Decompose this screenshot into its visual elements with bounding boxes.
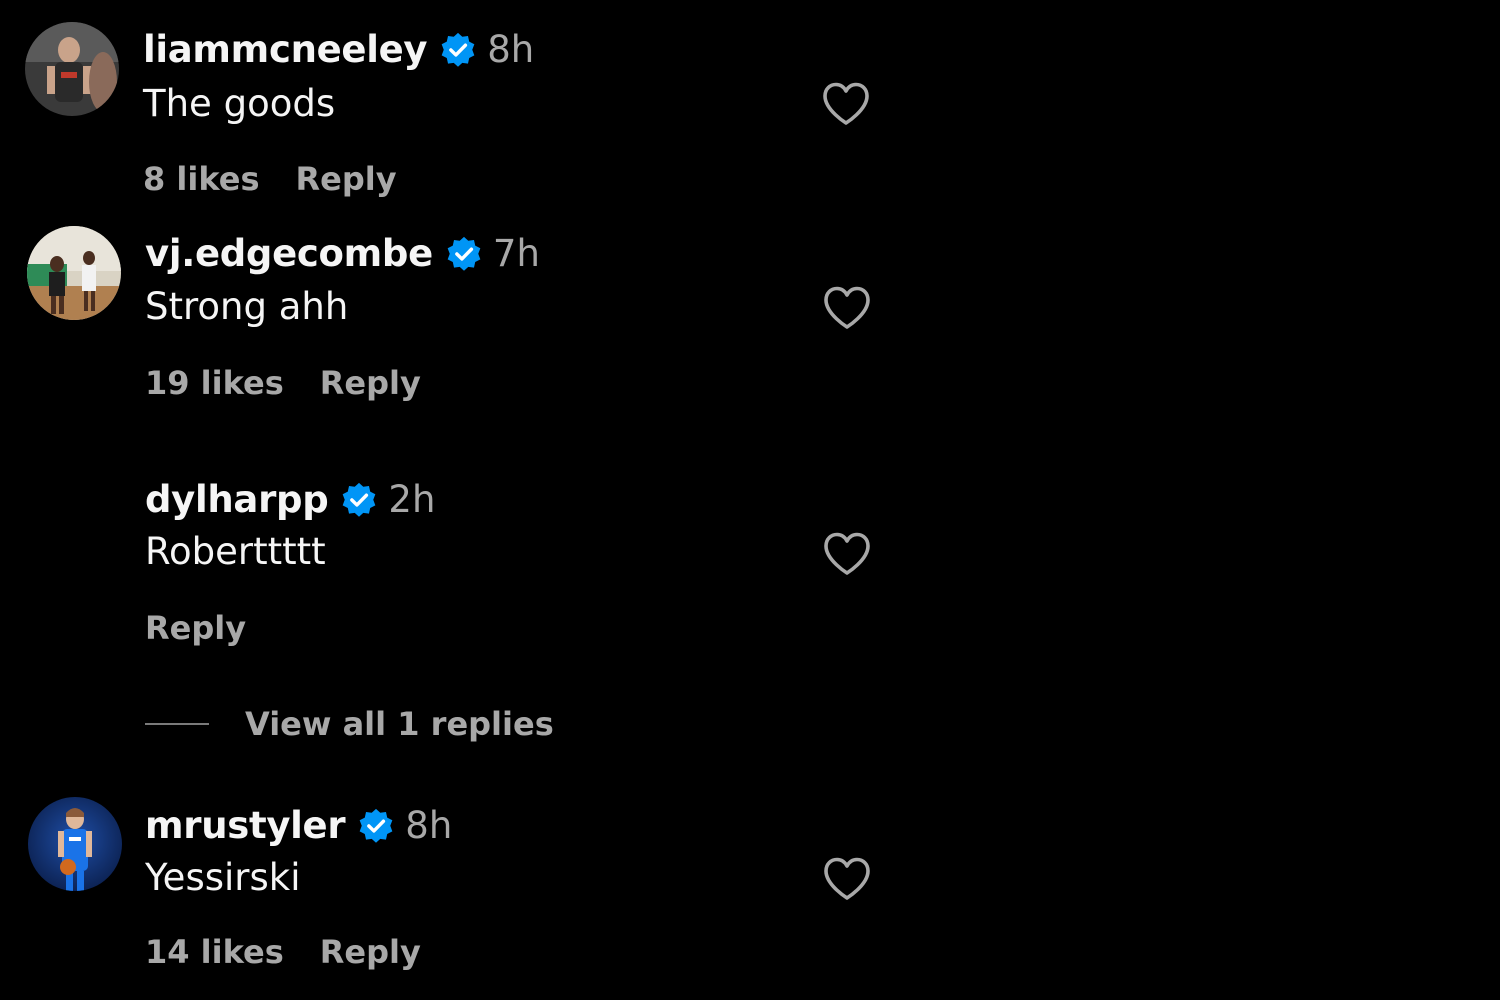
- view-replies-label[interactable]: View all 1 replies: [245, 705, 554, 743]
- avatar-mrustyler[interactable]: [28, 797, 122, 891]
- avatar-vj-edgecombe[interactable]: [27, 226, 121, 320]
- comment-text: Yessirski: [145, 856, 301, 899]
- reply-button[interactable]: Reply: [320, 364, 421, 402]
- likes-count[interactable]: 8 likes: [143, 160, 260, 198]
- username[interactable]: dylharpp: [145, 478, 329, 521]
- heart-outline-icon[interactable]: [822, 285, 872, 331]
- username[interactable]: mrustyler: [145, 804, 346, 847]
- heart-outline-icon[interactable]: [822, 856, 872, 902]
- timestamp: 7h: [492, 232, 540, 275]
- timestamp: 8h: [405, 804, 453, 847]
- comment-text: The goods: [143, 82, 336, 125]
- timestamp: 8h: [487, 28, 535, 71]
- heart-outline-icon[interactable]: [822, 531, 872, 577]
- avatar-liammcneeley[interactable]: [25, 22, 119, 116]
- reply-button[interactable]: Reply: [145, 609, 246, 647]
- view-replies-button[interactable]: View all 1 replies: [145, 705, 554, 743]
- verified-badge-icon: [340, 481, 378, 519]
- heart-outline-icon[interactable]: [821, 81, 871, 127]
- comment-text: Strong ahh: [145, 285, 349, 328]
- verified-badge-icon: [445, 235, 483, 273]
- timestamp: 2h: [388, 478, 436, 521]
- verified-badge-icon: [439, 31, 477, 69]
- username[interactable]: vj.edgecombe: [145, 232, 433, 275]
- divider-line: [145, 723, 209, 725]
- reply-button[interactable]: Reply: [296, 160, 397, 198]
- comment-text: Roberttttt: [145, 530, 326, 573]
- username[interactable]: liammcneeley: [143, 28, 428, 71]
- likes-count[interactable]: 19 likes: [145, 364, 284, 402]
- likes-count[interactable]: 14 likes: [145, 933, 284, 971]
- reply-button[interactable]: Reply: [320, 933, 421, 971]
- verified-badge-icon: [357, 807, 395, 845]
